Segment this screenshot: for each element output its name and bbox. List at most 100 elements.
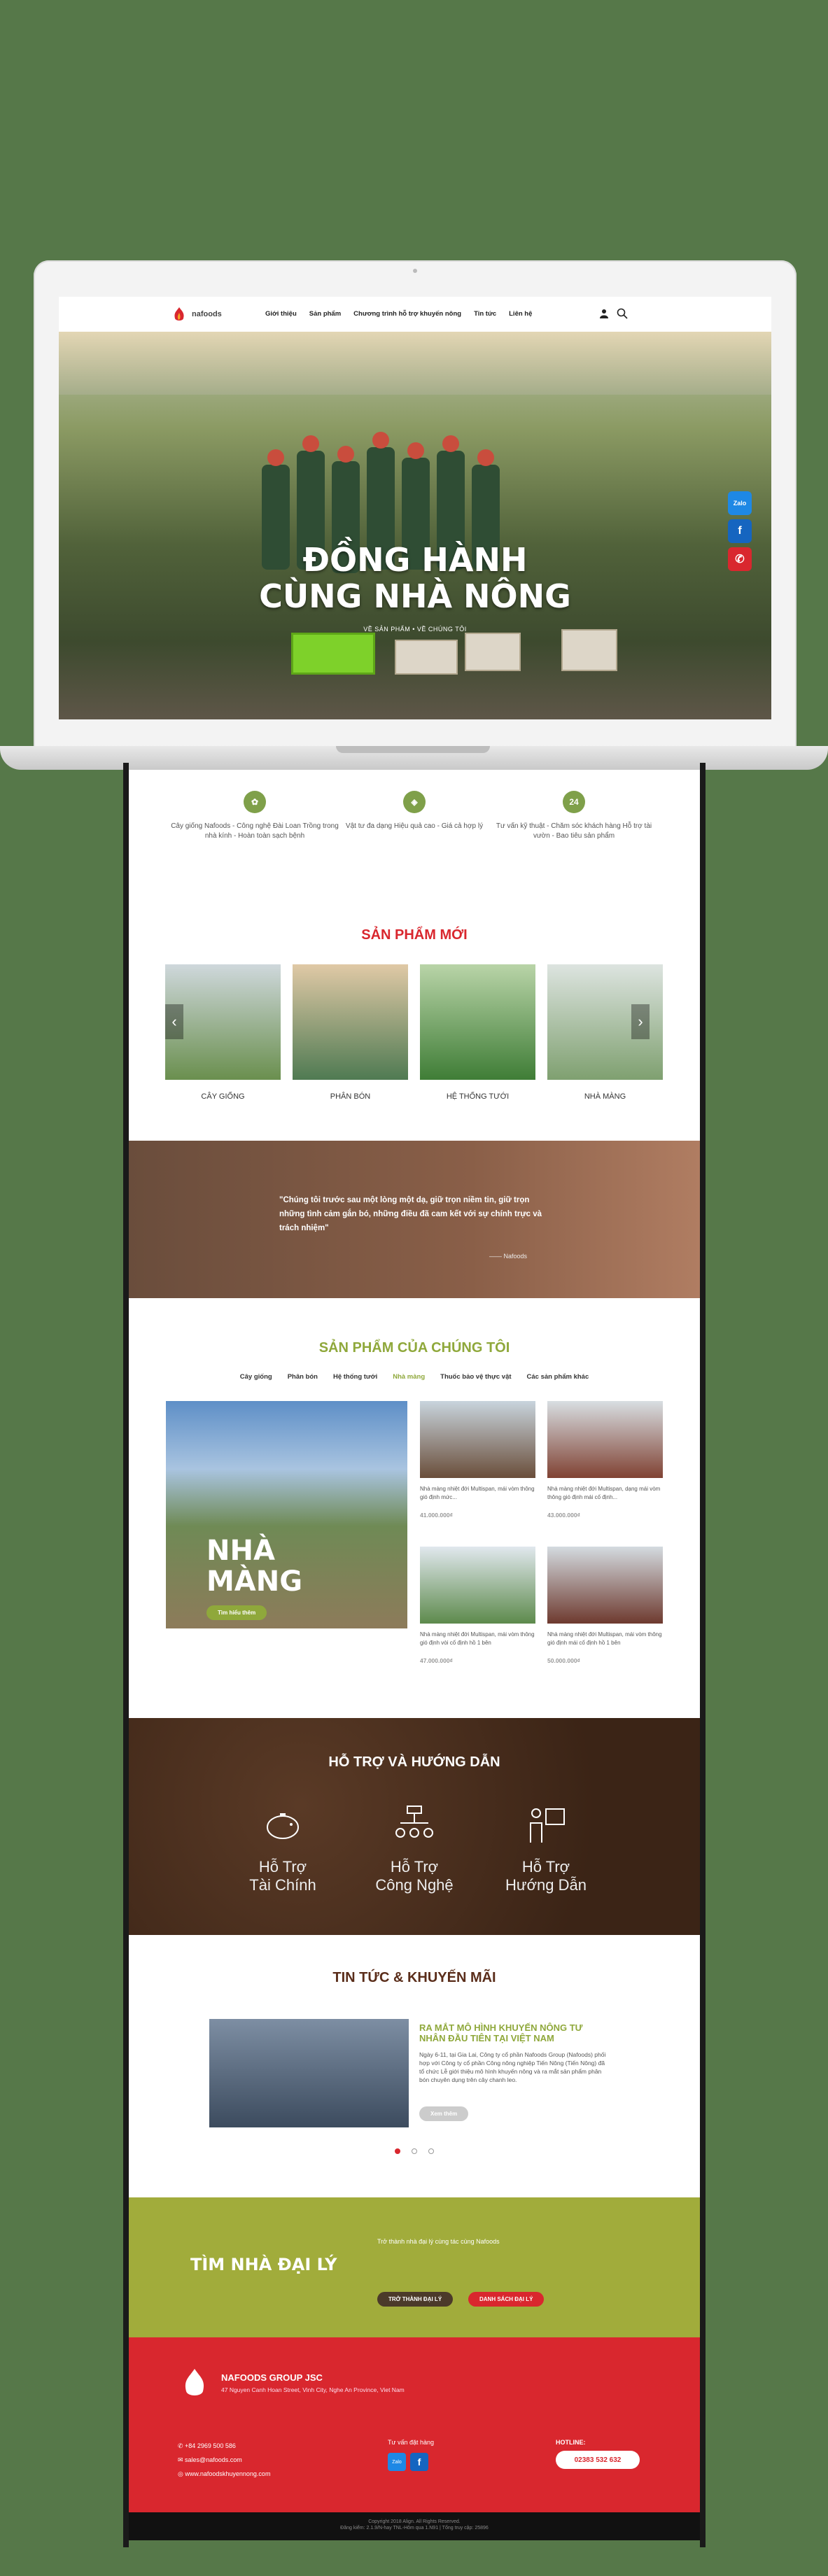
product-card-price: 50.000.000₫ (547, 1657, 580, 1664)
tab-greenhouse[interactable]: Nhà màng (393, 1373, 425, 1381)
phone-icon[interactable]: ✆ (728, 547, 752, 571)
search-icon[interactable] (617, 308, 628, 319)
product-card-price: 43.000.000₫ (547, 1512, 580, 1519)
feature-card-title-line1: NHÀ (206, 1535, 275, 1567)
product-card-desc: Nhà màng nhiệt đới Multispan, dạng mái v… (547, 1486, 661, 1500)
product-image (420, 964, 535, 1080)
product-card[interactable]: Nhà màng nhiệt đới Multispan, dạng mái v… (547, 1401, 663, 1519)
our-products-title: SẢN PHẨM CỦA CHÚNG TÔI (318, 1340, 510, 1356)
menu-item-extension-program[interactable]: Chương trình hỗ trợ khuyến nông (353, 310, 461, 318)
quote-author: —— Nafoods (489, 1253, 528, 1260)
product-card[interactable]: Nhà màng nhiệt đới Multispan, mái vòm th… (420, 1547, 535, 1664)
learn-more-button[interactable]: Tìm hiểu thêm (206, 1605, 267, 1620)
website-page: ✿ Cây giống Nafoods - Công nghệ Đài Loan… (129, 770, 700, 2540)
hotline-button[interactable]: 02383 532 632 (556, 2451, 640, 2469)
carousel-next-button[interactable]: › (631, 1004, 650, 1039)
news-title: TIN TỨC & KHUYẾN MÃI (332, 1970, 496, 1985)
dealer-list-button[interactable]: DANH SÁCH ĐẠI LÝ (468, 2292, 545, 2307)
menu-item-news[interactable]: Tin tức (474, 310, 496, 318)
zalo-icon[interactable]: Zalo (728, 491, 752, 515)
zalo-icon[interactable]: Zalo (388, 2453, 406, 2471)
new-products-title: SẢN PHẨM MỚI (361, 927, 468, 943)
product-card-desc: Nhà màng nhiệt đới Multispan, mái vòm th… (420, 1631, 535, 1646)
support-label: Hỗ Trợ (390, 1858, 439, 1875)
page-shadow-right (700, 763, 706, 2547)
tab-other[interactable]: Các sản phẩm khác (527, 1373, 589, 1381)
feature-item: ✿ Cây giống Nafoods - Công nghệ Đài Loan… (171, 791, 339, 841)
carousel-prev-button[interactable]: ‹ (165, 1004, 183, 1039)
support-title: HỖ TRỢ VÀ HƯỚNG DẪN (328, 1754, 500, 1770)
menu-item-contact[interactable]: Liên hệ (509, 310, 532, 318)
laptop-notch (336, 746, 490, 753)
product-card-image (420, 1547, 535, 1624)
wooden-box (561, 629, 617, 671)
product-item[interactable]: HỆ THỐNG TƯỚI (420, 964, 535, 1101)
feature-card-title-line2: MÀNG (206, 1565, 303, 1598)
brand-logo[interactable]: nafoods (171, 306, 222, 323)
support-technology[interactable]: Hỗ Trợ Công Nghệ (365, 1802, 463, 1894)
hotline-label: HOTLINE: (556, 2439, 586, 2446)
phone-icon: ✆ (178, 2442, 185, 2449)
facebook-icon[interactable]: f (410, 2453, 428, 2471)
footer-web-text: www.nafoodskhuyennong.com (185, 2470, 271, 2477)
news-body: Ngày 6-11, tại Gia Lai, Công ty cổ phần … (419, 2051, 606, 2083)
footer-email-text: sales@nafoods.com (185, 2456, 242, 2463)
brand-name: nafoods (192, 310, 222, 318)
support-guidance[interactable]: Hỗ Trợ Hướng Dẫn (497, 1802, 595, 1894)
hero-title: ĐỒNG HÀNH CÙNG NHÀ NÔNG (59, 542, 771, 614)
feature-item: 24 Tư vấn kỹ thuật - Chăm sóc khách hàng… (490, 791, 658, 841)
news-image[interactable] (209, 2019, 409, 2127)
tab-pesticide[interactable]: Thuốc bảo vệ thực vật (440, 1373, 511, 1381)
news-headline[interactable]: RA MẮT MÔ HÌNH KHUYẾN NÔNG TƯ NHÂN ĐẦU T… (419, 2022, 608, 2043)
piggy-bank-icon (267, 1813, 299, 1839)
product-card-image (420, 1401, 535, 1478)
seedling-icon: ✿ (244, 791, 266, 813)
become-dealer-button[interactable]: TRỞ THÀNH ĐẠI LÝ (377, 2292, 454, 2307)
menu-item-products[interactable]: Sản phẩm (309, 310, 341, 318)
legal-text: Đăng kiểm: 2.1.9/N-hay TNL-Hôm qua 1.N91… (340, 2526, 489, 2531)
tab-irrigation[interactable]: Hệ thống tưới (333, 1373, 377, 1381)
pager-dot[interactable] (412, 2148, 417, 2154)
teacher-board-icon (530, 1808, 565, 1843)
network-icon (395, 1806, 433, 1838)
footer-email[interactable]: ✉ sales@nafoods.com (178, 2453, 270, 2467)
footer-company: NAFOODS GROUP JSC (221, 2372, 323, 2383)
quote-banner: "Chúng tôi trước sau một lòng một dạ, gi… (129, 1141, 700, 1298)
product-image (293, 964, 408, 1080)
product-caption: PHÂN BÓN (330, 1092, 371, 1101)
support-finance[interactable]: Hỗ Trợ Tài Chính (234, 1802, 332, 1894)
tab-seedlings[interactable]: Cây giống (240, 1373, 272, 1381)
news-section: TIN TỨC & KHUYẾN MÃI RA MẮT MÔ HÌNH KHUY… (129, 1935, 700, 2208)
footer: NAFOODS GROUP JSC 47 Nguyen Canh Hoan St… (129, 2337, 700, 2540)
user-icon[interactable] (599, 309, 609, 318)
product-card-price: 41.000.000₫ (420, 1512, 453, 1519)
sack-icon: ◈ (403, 791, 426, 813)
pager-dot-active[interactable] (395, 2148, 400, 2154)
wooden-box (395, 640, 458, 675)
product-card-price: 47.000.000₫ (420, 1657, 453, 1664)
feature-text: Tư vấn kỹ thuật - Chăm sóc khách hàng Hỗ… (496, 822, 652, 840)
support-label: Hướng Dẫn (505, 1876, 587, 1894)
feature-item: ◈ Vật tư đa dạng Hiệu quả cao - Giá cả h… (330, 791, 498, 831)
menu-item-about[interactable]: Giới thiệu (265, 310, 297, 318)
read-more-button[interactable]: Xem thêm (419, 2106, 469, 2121)
footer-web[interactable]: ◎ www.nafoodskhuyennong.com (178, 2467, 270, 2481)
tab-fertilizer[interactable]: Phân bón (288, 1373, 318, 1381)
dealer-title: TÌM NHÀ ĐẠI LÝ (190, 2255, 337, 2274)
footer-phone[interactable]: ✆ +84 2969 500 586 (178, 2439, 270, 2453)
support-label: Công Nghệ (375, 1876, 454, 1894)
product-caption: HỆ THỐNG TƯỚI (446, 1092, 510, 1101)
page-shadow-left (123, 763, 129, 2547)
green-crate (291, 633, 375, 675)
facebook-icon[interactable]: f (728, 519, 752, 543)
product-item[interactable]: PHÂN BÓN (293, 964, 408, 1101)
greenhouse-feature-card[interactable]: NHÀ MÀNG Tìm hiểu thêm (166, 1401, 407, 1628)
quote-text: "Chúng tôi trước sau một lòng một dạ, gi… (279, 1196, 542, 1232)
pager-dot[interactable] (428, 2148, 434, 2154)
product-card[interactable]: Nhà màng nhiệt đới Multispan, mái vòm th… (420, 1401, 535, 1519)
hero-links[interactable]: VỀ SẢN PHẨM • VỀ CHÚNG TÔI (59, 626, 771, 633)
feature-text: Cây giống Nafoods - Công nghệ Đài Loan T… (171, 822, 339, 840)
footer-phone-text: +84 2969 500 586 (185, 2442, 236, 2449)
product-card[interactable]: Nhà màng nhiệt đới Multispan, mái vòm th… (547, 1547, 663, 1664)
globe-icon: ◎ (178, 2470, 185, 2477)
